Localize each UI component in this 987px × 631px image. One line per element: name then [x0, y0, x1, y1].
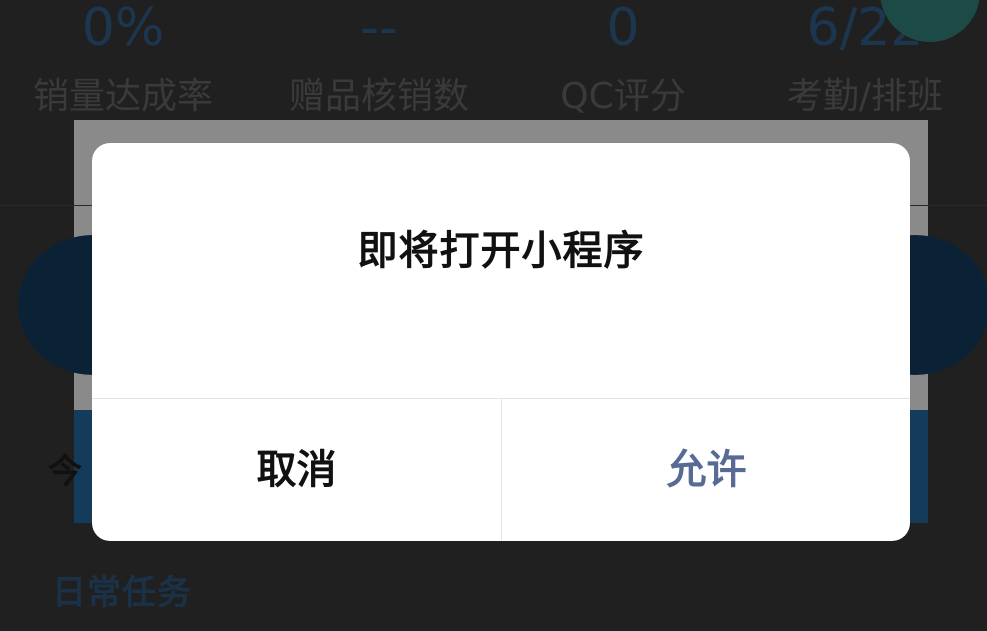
stat-qc-score: 0 QC评分	[500, 0, 746, 118]
section-title: 日常任务	[52, 573, 192, 613]
app-screen: 0% 销量达成率 -- 赠品核销数 0 QC评分 6/22 考勤/排班 今 日常…	[0, 0, 987, 631]
background-tab-label: 今	[48, 452, 82, 492]
dialog-actions: 取消 允许	[92, 398, 910, 541]
cancel-button[interactable]: 取消	[92, 399, 501, 541]
dialog-title: 即将打开小程序	[357, 228, 645, 274]
stat-label: 赠品核销数	[288, 76, 469, 117]
stat-label: QC评分	[560, 76, 686, 117]
stat-value: --	[360, 0, 398, 58]
stat-value: 0	[606, 0, 640, 58]
stats-row: 0% 销量达成率 -- 赠品核销数 0 QC评分 6/22 考勤/排班	[0, 0, 987, 128]
open-miniprogram-dialog: 即将打开小程序 取消 允许	[92, 143, 910, 541]
stat-label: 销量达成率	[32, 76, 213, 117]
stat-gift-redemptions: -- 赠品核销数	[256, 0, 502, 118]
stat-value: 0%	[81, 0, 165, 58]
stat-sales-rate: 0% 销量达成率	[0, 0, 246, 118]
allow-button[interactable]: 允许	[501, 399, 910, 541]
stat-label: 考勤/排班	[786, 76, 944, 117]
